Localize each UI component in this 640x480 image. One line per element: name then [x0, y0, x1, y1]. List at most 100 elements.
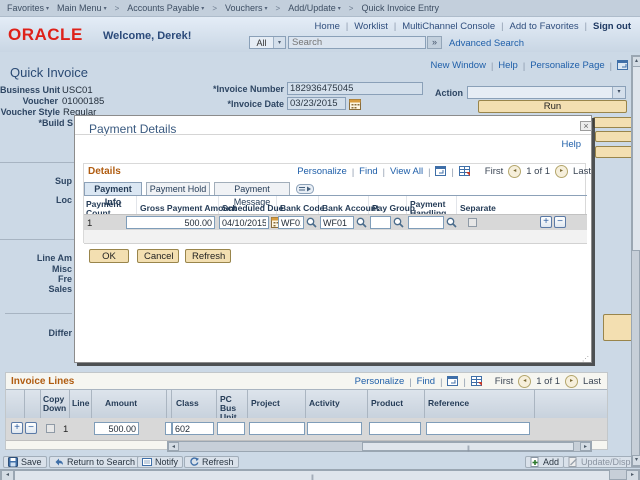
modal-help-link[interactable]: Help: [561, 139, 581, 150]
breadcrumb-vouchers[interactable]: Vouchers▾: [225, 3, 268, 13]
payment-handling-input[interactable]: [408, 216, 444, 229]
separate-checkbox[interactable]: [468, 218, 477, 227]
invoice-date-input[interactable]: [287, 97, 346, 110]
scroll-thumb[interactable]: |||: [14, 470, 610, 480]
bank-code-lookup-icon[interactable]: [306, 217, 317, 228]
pager-prev-icon[interactable]: ◂: [518, 375, 531, 388]
calendar-icon[interactable]: [349, 98, 361, 110]
scroll-thumb[interactable]: |||: [362, 442, 574, 451]
run-button[interactable]: Run: [478, 100, 627, 113]
download-grid-icon[interactable]: [459, 166, 470, 176]
remove-row-button[interactable]: −: [25, 422, 37, 434]
invoice-lines-hscrollbar[interactable]: ◂ ||| ▸: [167, 441, 592, 452]
view-all-link[interactable]: View All: [390, 166, 423, 177]
divider: [394, 21, 396, 32]
page-hscrollbar[interactable]: ◂ ||| ▸: [0, 469, 640, 480]
tab-payment-hold[interactable]: Payment Hold: [146, 182, 210, 196]
add-row-button[interactable]: +: [540, 216, 552, 228]
notify-button[interactable]: Notify: [137, 456, 183, 468]
pay-group-input[interactable]: [370, 216, 391, 229]
cancel-button[interactable]: Cancel: [137, 249, 179, 263]
col-separate: Separate: [460, 204, 496, 213]
resize-grip-icon[interactable]: ⋰: [582, 355, 588, 363]
personalize-page-link[interactable]: Personalize Page: [530, 60, 604, 71]
action-dropdown[interactable]: ▾: [467, 86, 626, 99]
class-input[interactable]: [172, 422, 214, 435]
pager-next-icon[interactable]: ▸: [565, 375, 578, 388]
ok-button[interactable]: OK: [89, 249, 129, 263]
bank-account-input[interactable]: [320, 216, 354, 229]
remove-row-button[interactable]: −: [554, 216, 566, 228]
scroll-right-icon[interactable]: ▸: [626, 470, 639, 480]
pc-bus-unit-input[interactable]: [217, 422, 245, 435]
pager-next-icon[interactable]: ▸: [555, 165, 568, 178]
pager-last[interactable]: Last: [583, 376, 601, 387]
sign-out-link[interactable]: Sign out: [593, 21, 631, 32]
save-button[interactable]: Save: [3, 456, 47, 468]
chevron-down-icon[interactable]: ▾: [612, 87, 625, 98]
close-icon[interactable]: ×: [580, 121, 592, 131]
scroll-left-icon[interactable]: ◂: [168, 442, 179, 451]
search-scope-value: All: [250, 38, 273, 48]
personalize-link[interactable]: Personalize: [355, 376, 405, 387]
new-window-grid-icon[interactable]: [617, 60, 628, 70]
pay-group-lookup-icon[interactable]: [393, 217, 404, 228]
scroll-down-icon[interactable]: ▾: [632, 455, 640, 466]
tab-payment-message[interactable]: Payment Message: [214, 182, 290, 196]
pager-last[interactable]: Last: [573, 166, 591, 177]
reference-input[interactable]: [426, 422, 530, 435]
show-all-tabs-icon[interactable]: [296, 184, 314, 194]
scroll-right-icon[interactable]: ▸: [580, 442, 591, 451]
payment-handling-lookup-icon[interactable]: [446, 217, 457, 228]
breadcrumb-separator: >: [212, 4, 217, 13]
add-row-button[interactable]: +: [11, 422, 23, 434]
chevron-down-icon[interactable]: ▾: [273, 37, 285, 48]
scheduled-due-input[interactable]: [219, 216, 269, 229]
help-link[interactable]: Help: [498, 60, 518, 71]
pager-first[interactable]: First: [485, 166, 503, 177]
misc-label-partial: Misc: [0, 264, 72, 274]
breadcrumb-add-update[interactable]: Add/Update▾: [288, 3, 341, 13]
popup-window-icon[interactable]: [447, 376, 458, 386]
page-title: Quick Invoice: [10, 65, 88, 80]
search-input[interactable]: [288, 36, 426, 49]
breadcrumb-favorites[interactable]: Favorites▾: [7, 3, 49, 13]
add-to-favorites-link[interactable]: Add to Favorites: [509, 21, 578, 32]
bank-code-input[interactable]: [278, 216, 304, 229]
return-to-search-button[interactable]: Return to Search: [49, 456, 140, 468]
find-link[interactable]: Find: [417, 376, 435, 387]
refresh-button[interactable]: Refresh: [184, 456, 239, 468]
tab-payment-info[interactable]: Payment Info: [84, 182, 142, 196]
multichannel-console-link[interactable]: MultiChannel Console: [402, 21, 495, 32]
popup-window-icon[interactable]: [435, 166, 446, 176]
bank-account-lookup-icon[interactable]: [356, 217, 367, 228]
divider: [0, 239, 74, 240]
pager-prev-icon[interactable]: ◂: [508, 165, 521, 178]
product-input[interactable]: [369, 422, 421, 435]
copy-down-checkbox[interactable]: [46, 424, 55, 433]
page-vscrollbar[interactable]: ▴ ▾: [631, 55, 640, 467]
personalize-link[interactable]: Personalize: [297, 166, 347, 177]
new-window-link[interactable]: New Window: [431, 60, 486, 71]
search-go-button[interactable]: »: [427, 36, 442, 49]
home-link[interactable]: Home: [315, 21, 340, 32]
add-button[interactable]: Add: [525, 456, 564, 468]
worklist-link[interactable]: Worklist: [354, 21, 388, 32]
project-input[interactable]: [249, 422, 305, 435]
refresh-button[interactable]: Refresh: [185, 249, 231, 263]
amount-input[interactable]: [94, 422, 139, 435]
gross-payment-amount-input[interactable]: [126, 216, 215, 229]
update-display-button[interactable]: Update/Display: [563, 456, 640, 468]
find-link[interactable]: Find: [359, 166, 377, 177]
invoice-number-input[interactable]: [287, 82, 423, 95]
col-project: Project: [251, 399, 280, 408]
activity-input[interactable]: [307, 422, 362, 435]
scroll-thumb[interactable]: [632, 66, 640, 251]
scroll-left-icon[interactable]: ◂: [1, 470, 14, 480]
pager-first[interactable]: First: [495, 376, 513, 387]
search-scope-select[interactable]: All ▾: [249, 36, 286, 49]
breadcrumb-main-menu[interactable]: Main Menu▾: [57, 3, 107, 13]
advanced-search-link[interactable]: Advanced Search: [449, 38, 524, 49]
breadcrumb-accounts-payable[interactable]: Accounts Payable▾: [127, 3, 204, 13]
download-grid-icon[interactable]: [471, 376, 482, 386]
